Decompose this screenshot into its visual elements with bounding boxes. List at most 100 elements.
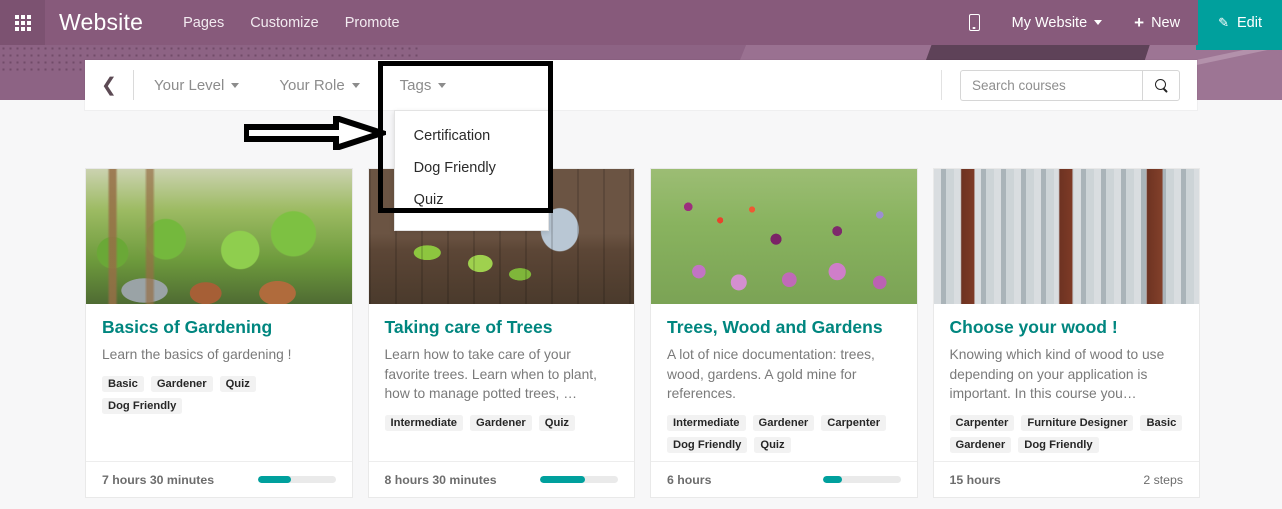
edit-button[interactable]: ✎ Edit xyxy=(1198,0,1282,45)
filter-your-level[interactable]: Your Level xyxy=(134,60,259,110)
course-filter-bar: ❮ Your Level Your Role Tags Certificatio… xyxy=(85,60,1197,231)
course-tag[interactable]: Basic xyxy=(1140,414,1183,431)
course-tag[interactable]: Dog Friendly xyxy=(1018,436,1099,453)
navbar-right-group: My Website + New ✎ Edit xyxy=(951,0,1282,45)
chevron-down-icon xyxy=(438,82,447,88)
grid-apps-icon xyxy=(14,14,31,31)
course-tag[interactable]: Dog Friendly xyxy=(667,436,748,453)
course-card-body: Taking care of Trees Learn how to take c… xyxy=(369,304,635,461)
course-progress-bar xyxy=(257,476,336,483)
plus-icon: + xyxy=(1134,13,1145,32)
filter-group: Your Level Your Role Tags Certification … xyxy=(134,60,549,231)
site-selector-dropdown[interactable]: My Website xyxy=(998,15,1116,31)
filter-your-role-label: Your Role xyxy=(279,76,345,94)
search-button[interactable] xyxy=(1142,69,1180,101)
edit-button-label: Edit xyxy=(1237,14,1262,31)
search-input[interactable] xyxy=(960,69,1142,101)
chevron-down-icon xyxy=(231,82,240,88)
search-area xyxy=(941,69,1197,101)
course-duration: 8 hours 30 minutes xyxy=(384,472,497,487)
course-tag-list: Intermediate Gardener Carpenter Dog Frie… xyxy=(667,414,901,453)
course-description: A lot of nice documentation: trees, wood… xyxy=(667,347,875,402)
course-tag[interactable]: Quiz xyxy=(538,414,576,431)
navbar-links: Pages Customize Promote xyxy=(183,15,399,31)
back-button[interactable]: ❮ xyxy=(85,60,133,110)
course-card-footer: 15 hours 2 steps xyxy=(933,461,1199,497)
course-tag[interactable]: Gardener xyxy=(949,436,1012,453)
snowy-forest-photo-icon xyxy=(933,169,1199,304)
course-tag[interactable]: Furniture Designer xyxy=(1021,414,1134,431)
mobile-preview-button[interactable] xyxy=(951,14,998,31)
course-duration: 15 hours xyxy=(949,472,1001,487)
filter-your-level-label: Your Level xyxy=(154,76,225,94)
course-title[interactable]: Taking care of Trees xyxy=(385,317,619,338)
course-title[interactable]: Choose your wood ! xyxy=(950,317,1184,338)
course-card-body: Choose your wood ! Knowing which kind of… xyxy=(934,304,1200,461)
right-arrow-outline-icon xyxy=(243,113,392,153)
course-thumbnail[interactable] xyxy=(933,169,1199,304)
tags-dropdown-item-quiz[interactable]: Quiz xyxy=(395,184,548,216)
course-progress-bar xyxy=(822,476,901,483)
course-card[interactable]: Choose your wood ! Knowing which kind of… xyxy=(932,168,1200,498)
course-tag[interactable]: Carpenter xyxy=(821,414,887,431)
nav-link-customize[interactable]: Customize xyxy=(250,15,319,31)
filter-tags[interactable]: Tags xyxy=(380,60,467,110)
search-icon xyxy=(1154,78,1168,92)
course-duration: 6 hours xyxy=(667,472,712,487)
mobile-phone-icon xyxy=(968,14,980,31)
course-tag[interactable]: Gardener xyxy=(752,414,815,431)
course-card[interactable]: Trees, Wood and Gardens A lot of nice do… xyxy=(650,168,918,498)
apps-menu-button[interactable] xyxy=(0,0,45,45)
tags-dropdown-item-certification[interactable]: Certification xyxy=(395,120,548,152)
course-thumbnail[interactable] xyxy=(651,169,917,304)
course-progress-bar xyxy=(540,476,618,483)
course-tag-list: Basic Gardener Quiz Dog Friendly xyxy=(102,375,336,414)
filter-tags-label: Tags xyxy=(399,76,432,94)
top-navbar: Website Pages Customize Promote My Websi… xyxy=(0,0,1282,45)
course-card-body: Trees, Wood and Gardens A lot of nice do… xyxy=(651,304,917,461)
pencil-icon: ✎ xyxy=(1218,14,1229,30)
nav-link-promote[interactable]: Promote xyxy=(345,15,400,31)
course-steps: 2 steps xyxy=(1143,472,1183,487)
divider xyxy=(941,70,942,100)
course-tag[interactable]: Gardener xyxy=(470,414,532,431)
course-thumbnail[interactable] xyxy=(86,169,352,304)
course-tag[interactable]: Intermediate xyxy=(667,414,746,431)
new-button[interactable]: + New xyxy=(1116,14,1198,31)
course-card-grid: Basics of Gardening Learn the basics of … xyxy=(85,168,1200,498)
course-description: Knowing which kind of wood to use depend… xyxy=(949,347,1165,402)
garden-photo-icon xyxy=(86,169,352,304)
brand-title[interactable]: Website xyxy=(59,9,143,36)
tags-dropdown-menu: Certification Dog Friendly Quiz xyxy=(393,110,549,231)
course-card-footer: 6 hours xyxy=(651,461,917,497)
course-tag[interactable]: Intermediate xyxy=(384,414,464,431)
course-tag[interactable]: Dog Friendly xyxy=(102,397,183,414)
course-tag[interactable]: Quiz xyxy=(219,375,256,392)
banner-teal-strip xyxy=(1196,45,1282,50)
chevron-left-icon: ❮ xyxy=(101,74,117,96)
course-tag[interactable]: Gardener xyxy=(150,375,213,392)
course-duration: 7 hours 30 minutes xyxy=(102,472,215,487)
nav-link-pages[interactable]: Pages xyxy=(183,15,224,31)
chevron-down-icon xyxy=(351,82,360,88)
course-tag[interactable]: Carpenter xyxy=(949,414,1015,431)
course-title[interactable]: Basics of Gardening xyxy=(102,317,336,338)
course-card-body: Basics of Gardening Learn the basics of … xyxy=(86,304,352,461)
tags-dropdown-item-dog-friendly[interactable]: Dog Friendly xyxy=(395,152,548,184)
filter-tags-wrapper: Tags Certification Dog Friendly Quiz xyxy=(380,60,549,231)
course-description: Learn how to take care of your favorite … xyxy=(384,347,597,402)
course-tag-list: Intermediate Gardener Quiz xyxy=(384,414,619,431)
course-tag[interactable]: Quiz xyxy=(754,436,791,453)
course-card-footer: 8 hours 30 minutes xyxy=(368,461,634,497)
annotation-arrow xyxy=(243,113,392,155)
course-tag-list: Carpenter Furniture Designer Basic Garde… xyxy=(949,414,1184,453)
course-title[interactable]: Trees, Wood and Gardens xyxy=(667,317,901,338)
site-selector-label: My Website xyxy=(1011,14,1088,31)
filter-your-role[interactable]: Your Role xyxy=(259,60,379,110)
wildflowers-photo-icon xyxy=(651,169,917,304)
course-card-footer: 7 hours 30 minutes xyxy=(86,461,352,497)
chevron-down-icon xyxy=(1094,20,1103,25)
course-description: Learn the basics of gardening ! xyxy=(102,347,292,362)
course-tag[interactable]: Basic xyxy=(102,375,144,392)
course-card[interactable]: Basics of Gardening Learn the basics of … xyxy=(85,168,353,498)
